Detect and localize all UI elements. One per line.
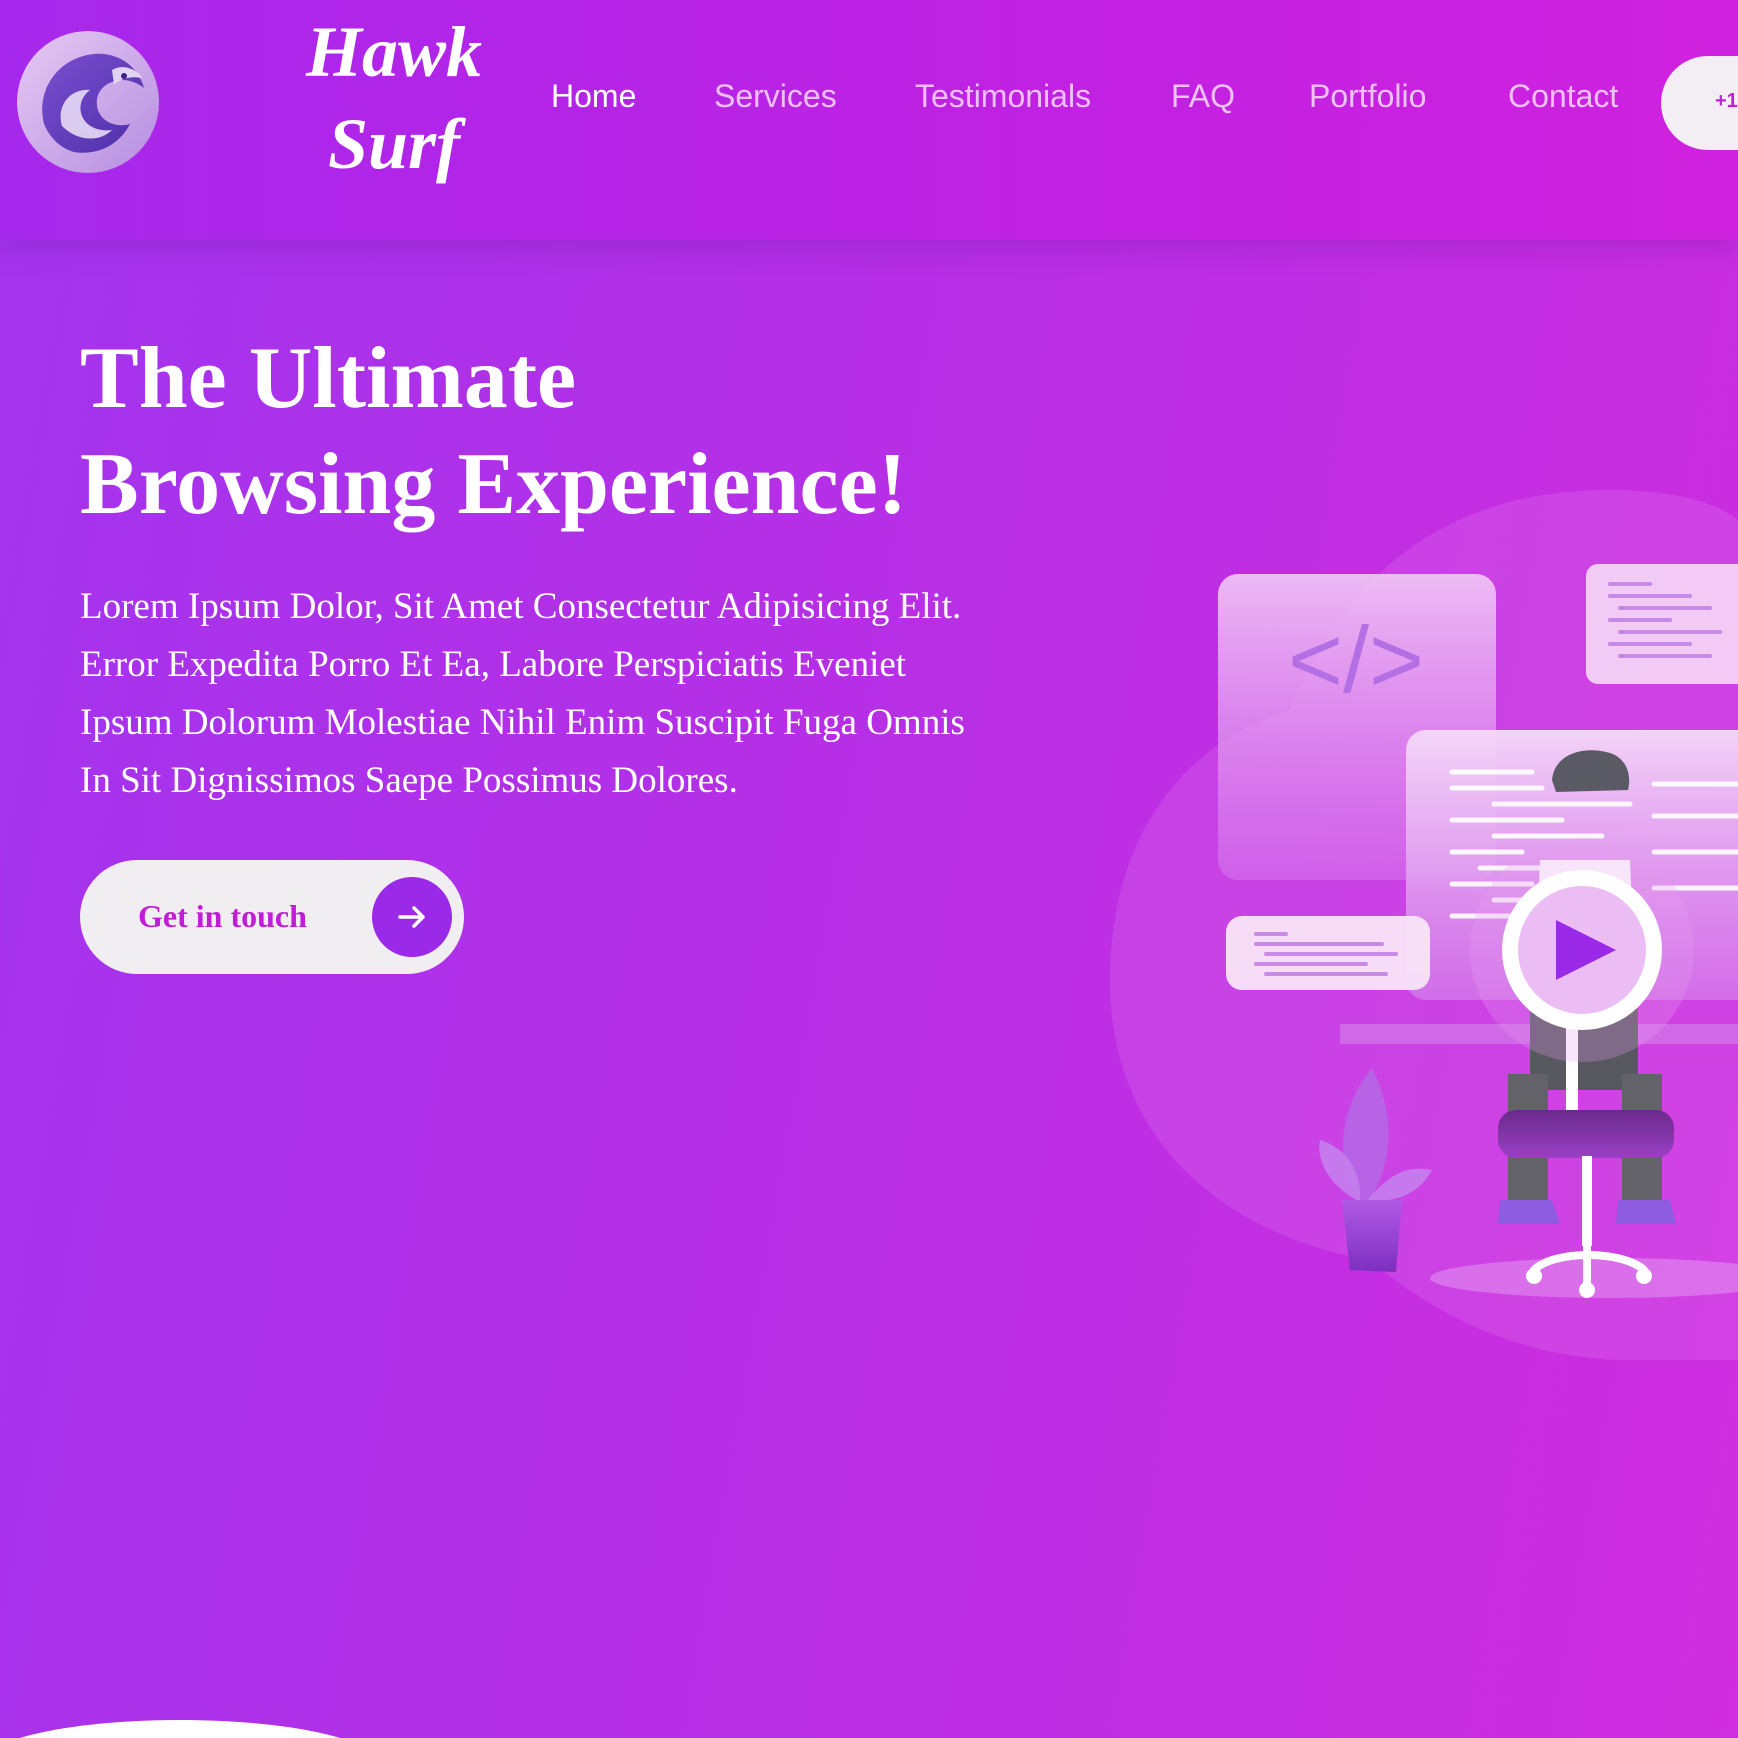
nav-contact[interactable]: Contact [1508, 76, 1618, 116]
play-icon[interactable] [1470, 838, 1694, 1062]
hero-title: The Ultimate Browsing Experience! [80, 326, 1080, 538]
hero-title-line-2: Browsing Experience! [80, 436, 907, 533]
site-header: Hawk Surf Home Services Testimonials FAQ… [0, 0, 1738, 240]
phone-button[interactable]: +1 [1661, 56, 1738, 150]
brand-line-1: Hawk [305, 12, 483, 92]
hero-title-line-1: The Ultimate [80, 330, 577, 427]
get-in-touch-button[interactable]: Get in touch [80, 860, 464, 974]
brand-line-2: Surf [327, 104, 461, 184]
nav-home[interactable]: Home [551, 76, 636, 116]
phone-label: +1 [1715, 90, 1738, 112]
hawk-logo-icon[interactable] [16, 30, 160, 174]
bottom-wave [20, 1720, 340, 1738]
brand-name[interactable]: Hawk Surf [284, 6, 504, 190]
developer-illustration: </> [1110, 490, 1738, 1360]
hero-description: Lorem Ipsum Dolor, Sit Amet Consectetur … [80, 586, 965, 801]
nav-portfolio[interactable]: Portfolio [1309, 76, 1426, 116]
nav-faq[interactable]: FAQ [1171, 76, 1235, 116]
top-right-panel [1586, 564, 1738, 684]
code-symbol: </> [1288, 607, 1424, 712]
arrow-right-icon [372, 877, 452, 957]
nav-services[interactable]: Services [714, 76, 837, 116]
get-in-touch-label: Get in touch [138, 898, 307, 934]
nav-testimonials[interactable]: Testimonials [915, 76, 1091, 116]
